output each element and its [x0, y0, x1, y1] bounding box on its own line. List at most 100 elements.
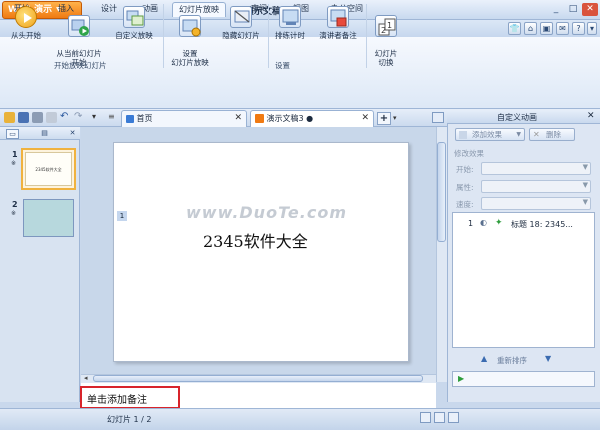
slide-title[interactable]: 2345软件大全: [203, 228, 308, 252]
chevron-down-icon: ▼: [582, 181, 588, 189]
close-pane-icon[interactable]: ✕: [66, 129, 79, 139]
preview-icon[interactable]: [46, 112, 57, 123]
horizontal-scroll-thumb[interactable]: [93, 375, 423, 382]
slide-thumbnail-2[interactable]: [23, 199, 74, 237]
shirt-icon[interactable]: 👕: [508, 22, 521, 35]
move-up-icon[interactable]: ▲: [481, 354, 493, 364]
start-label: 开始:: [456, 165, 474, 174]
slide-number: 1: [12, 150, 18, 159]
group-label-setup: 设置: [275, 61, 290, 70]
undo-icon[interactable]: ↶: [60, 112, 71, 123]
animation-item-label[interactable]: 标题 18: 2345...: [511, 219, 573, 230]
add-effect-button[interactable]: 添加效果 ▼: [455, 128, 525, 141]
modify-effect-label: 修改效果: [454, 149, 484, 158]
chevron-down-icon: ▼: [582, 198, 588, 206]
speaker-notes-button[interactable]: 演讲者备注: [313, 6, 363, 40]
close-icon[interactable]: ✕: [361, 111, 369, 126]
layout-toggle-icon[interactable]: [432, 112, 444, 123]
scroll-left-icon[interactable]: ◂: [84, 374, 88, 382]
setup-show-button[interactable]: 设置 幻灯片放映: [166, 6, 214, 67]
delete-icon: ✕: [533, 130, 540, 139]
maximize-button[interactable]: □: [565, 3, 581, 16]
slide-anim-marker-icon: ※: [11, 160, 17, 167]
svg-text:1: 1: [387, 21, 392, 30]
presentation-file-icon: [255, 114, 264, 123]
close-window-button[interactable]: ✕: [582, 3, 598, 16]
reorder-label: 重新排序: [497, 356, 527, 365]
custom-show-button[interactable]: 自定义放映: [110, 6, 158, 40]
tab-menu-chevron-icon[interactable]: ▾: [393, 112, 403, 125]
vertical-scroll-thumb[interactable]: [437, 142, 446, 242]
slide-canvas[interactable]: [113, 142, 409, 362]
mail-icon[interactable]: ✉: [556, 22, 569, 35]
rehearse-timing-button[interactable]: 排练计时: [271, 6, 309, 40]
add-effect-icon: [459, 131, 467, 139]
add-effect-label: 添加效果: [472, 130, 502, 139]
close-pane-icon[interactable]: ✕: [587, 111, 595, 121]
animation-list[interactable]: [452, 212, 595, 348]
hide-slide-button[interactable]: 隐藏幻灯片: [218, 6, 264, 40]
status-bar: [0, 408, 600, 430]
ribbon-divider: [268, 4, 269, 68]
outline-view-tab[interactable]: ▤: [38, 129, 51, 139]
play-icon[interactable]: ▶: [458, 374, 468, 384]
toolbar-dropdown-icon[interactable]: ▾: [92, 112, 103, 123]
notes-placeholder[interactable]: 单击添加备注: [87, 391, 147, 406]
mouse-click-icon: ◐: [480, 218, 487, 227]
property-label: 属性:: [456, 183, 474, 192]
minimize-button[interactable]: _: [548, 3, 564, 16]
rehearse-timing-label: 排练计时: [275, 31, 305, 40]
save-icon[interactable]: [18, 112, 29, 123]
slide-sorter-view-icon[interactable]: [434, 412, 445, 423]
slideshow-view-icon[interactable]: [448, 412, 459, 423]
slide-thumbnail-1[interactable]: 2345软件大全: [21, 148, 76, 190]
notes-icon: [327, 6, 349, 28]
slide-switch-label: 幻灯片 切换: [374, 49, 398, 67]
slide-anim-marker-icon: ※: [11, 210, 17, 217]
image-icon[interactable]: ▣: [540, 22, 553, 35]
property-select[interactable]: ▼: [481, 180, 591, 193]
print-icon[interactable]: [32, 112, 43, 123]
ribbon-divider: [366, 4, 367, 68]
slides-view-tab[interactable]: ▭: [6, 129, 19, 139]
start-select[interactable]: ▼: [481, 162, 591, 175]
hide-slide-icon: [230, 6, 252, 28]
hide-slide-label: 隐藏幻灯片: [222, 31, 260, 40]
redo-icon[interactable]: ↷: [74, 112, 85, 123]
close-icon[interactable]: ✕: [234, 111, 242, 126]
move-down-icon[interactable]: ▼: [545, 354, 557, 364]
playback-controls: [452, 371, 595, 387]
normal-view-icon[interactable]: [420, 412, 431, 423]
delete-effect-button[interactable]: 删除 ✕: [529, 128, 575, 141]
play-from-current-icon: [68, 15, 90, 37]
help-icon[interactable]: ?: [572, 22, 585, 35]
new-tab-button[interactable]: +: [377, 112, 391, 125]
doc-tab-presentation[interactable]: 演示文稿3 ● ✕: [250, 110, 374, 127]
custom-show-label: 自定义放映: [115, 31, 153, 40]
slide-thumbnail-text: 2345软件大全: [25, 152, 72, 186]
from-start-button[interactable]: 从头开始: [8, 6, 44, 40]
speed-select[interactable]: ▼: [481, 197, 591, 210]
options-chevron-icon[interactable]: ▾: [587, 22, 597, 35]
chevron-down-icon: ▼: [582, 163, 588, 171]
slide-switch-icon: 12: [375, 15, 397, 37]
doc-tab-label: 首页: [136, 114, 153, 123]
animation-index: 1: [468, 219, 474, 228]
slide-counter: 幻灯片 1 / 2: [107, 415, 152, 424]
tab-list-icon[interactable]: ≡: [108, 112, 119, 123]
open-folder-icon[interactable]: [4, 112, 15, 123]
group-label-start-show: 开始放映幻灯片: [54, 61, 107, 70]
delete-effect-label: 删除: [546, 130, 561, 139]
slide-switch-button[interactable]: 12 幻灯片 切换: [368, 6, 404, 67]
doc-tab-home[interactable]: 首页 ✕: [121, 110, 247, 127]
from-current-button[interactable]: 从当前幻灯片 开始: [51, 6, 107, 67]
ribbon-divider: [163, 4, 164, 68]
speaker-notes-label: 演讲者备注: [319, 31, 357, 40]
pane-title: 自定义动画: [497, 113, 537, 122]
home-icon[interactable]: ⌂: [524, 22, 537, 35]
svg-text:2: 2: [381, 26, 386, 35]
setup-show-label: 设置 幻灯片放映: [171, 49, 209, 67]
custom-show-icon: [123, 6, 145, 28]
doc-tab-label: 演示文稿3 ●: [266, 114, 314, 123]
chevron-down-icon: ▼: [516, 131, 521, 138]
